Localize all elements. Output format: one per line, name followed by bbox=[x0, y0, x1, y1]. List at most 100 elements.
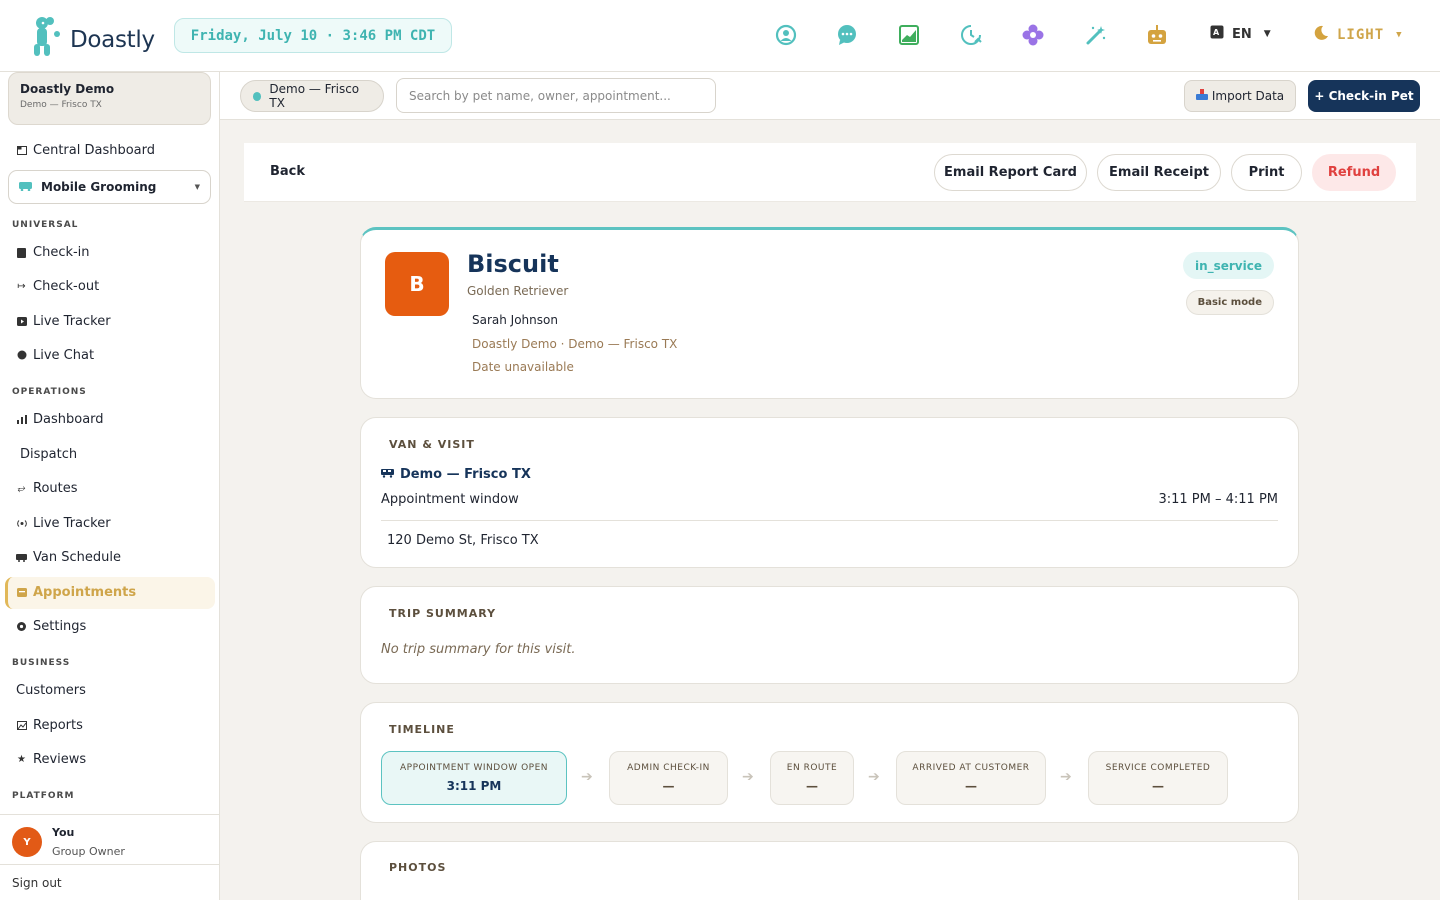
calendar-icon bbox=[16, 587, 27, 598]
sidebar-item-check-in[interactable]: Check-in bbox=[16, 242, 90, 262]
section-title-timeline: TIMELINE bbox=[389, 723, 455, 736]
date-time-display: Friday, July 10 · 3:46 PM CDT bbox=[174, 18, 452, 53]
mode-badge: Basic mode bbox=[1185, 290, 1274, 315]
chevron-down-icon: ▼ bbox=[194, 183, 200, 191]
van-name: Demo — Frisco TX bbox=[381, 467, 531, 482]
sidebar-item-live-tracker[interactable]: Live Tracker bbox=[16, 311, 111, 331]
trip-summary-empty: No trip summary for this visit. bbox=[381, 642, 576, 657]
timeline-step-window-open: APPOINTMENT WINDOW OPEN 3:11 PM bbox=[381, 751, 567, 805]
section-label-platform: PLATFORM bbox=[12, 791, 75, 801]
arrow-right-icon: ➔ bbox=[742, 769, 754, 785]
arrow-right-icon: ➔ bbox=[1060, 769, 1072, 785]
sidebar-item-reports[interactable]: Reports bbox=[16, 715, 83, 735]
language-label: EN bbox=[1232, 26, 1252, 42]
avatar: Y bbox=[12, 827, 42, 857]
sidebar-item-dispatch[interactable]: Dispatch bbox=[20, 444, 77, 464]
divider bbox=[381, 520, 1278, 521]
pet-avatar: B bbox=[385, 252, 449, 316]
status-badge: in_service bbox=[1182, 252, 1274, 279]
route-icon: ⥂ bbox=[17, 482, 26, 494]
check-in-pet-button[interactable]: + Check-in Pet bbox=[1308, 80, 1420, 112]
gear-icon bbox=[16, 621, 27, 632]
sidebar: Doastly Demo Demo — Frisco TX Central Da… bbox=[0, 72, 220, 900]
org-switcher[interactable]: Doastly Demo Demo — Frisco TX bbox=[8, 72, 211, 125]
timeline-step-service-completed: SERVICE COMPLETED — bbox=[1088, 751, 1228, 805]
chat-icon[interactable] bbox=[834, 22, 860, 48]
sidebar-item-central-dashboard[interactable]: Central Dashboard bbox=[16, 140, 155, 160]
import-data-button[interactable]: Import Data bbox=[1184, 80, 1296, 112]
status-dot bbox=[253, 91, 262, 101]
user-profile[interactable]: Y You Group Owner bbox=[0, 814, 219, 865]
section-label-operations: OPERATIONS bbox=[12, 387, 87, 397]
context-bar: Demo — Frisco TX Import Data + Check-in … bbox=[220, 72, 1440, 120]
location-selector[interactable]: Demo — Frisco TX bbox=[240, 80, 384, 112]
refund-button[interactable]: Refund bbox=[1312, 154, 1396, 191]
translate-icon: A bbox=[1210, 25, 1224, 43]
section-title-van-visit: VAN & VISIT bbox=[389, 438, 475, 451]
org-name: Doastly Demo bbox=[20, 82, 115, 96]
section-title-trip-summary: TRIP SUMMARY bbox=[389, 607, 497, 620]
sidebar-item-appointments[interactable]: Appointments bbox=[16, 582, 136, 602]
photos-card: PHOTOS bbox=[360, 841, 1299, 900]
sidebar-item-customers[interactable]: Customers bbox=[16, 680, 86, 700]
broadcast-icon bbox=[16, 518, 27, 529]
import-icon bbox=[1195, 89, 1208, 103]
video-icon bbox=[16, 316, 27, 327]
dashboard-icon bbox=[16, 145, 27, 156]
top-bar: Doastly Friday, July 10 · 3:46 PM CDT A … bbox=[0, 0, 1440, 72]
van-icon bbox=[19, 180, 33, 194]
timeline-card: TIMELINE APPOINTMENT WINDOW OPEN 3:11 PM… bbox=[360, 702, 1299, 823]
pet-name: Biscuit bbox=[467, 250, 559, 278]
sidebar-item-van-schedule[interactable]: Van Schedule bbox=[16, 547, 121, 567]
sidebar-item-routes[interactable]: ⥂ Routes bbox=[16, 478, 78, 498]
appointment-date: Date unavailable bbox=[472, 360, 574, 374]
theme-toggle[interactable]: LIGHT ▼ bbox=[1313, 25, 1403, 45]
sidebar-item-settings[interactable]: Settings bbox=[16, 616, 86, 636]
account-icon[interactable] bbox=[773, 22, 799, 48]
appointment-window-label: Appointment window bbox=[381, 492, 519, 507]
section-label-universal: UNIVERSAL bbox=[12, 220, 79, 230]
arrow-right-icon: ➔ bbox=[868, 769, 880, 785]
clock-icon[interactable] bbox=[958, 22, 984, 48]
search-input[interactable] bbox=[396, 78, 716, 113]
logo[interactable]: Doastly bbox=[30, 14, 155, 58]
sidebar-item-live-chat[interactable]: Live Chat bbox=[16, 345, 94, 365]
trip-summary-card: TRIP SUMMARY No trip summary for this vi… bbox=[360, 586, 1299, 684]
clipboard-icon bbox=[16, 247, 27, 258]
magic-wand-icon[interactable] bbox=[1083, 22, 1109, 48]
org-location-line: Doastly Demo · Demo — Frisco TX bbox=[472, 337, 678, 351]
exit-icon: ↦ bbox=[17, 280, 26, 292]
email-report-card-button[interactable]: Email Report Card bbox=[934, 154, 1087, 191]
flower-icon[interactable] bbox=[1020, 22, 1046, 48]
sidebar-item-live-tracker-ops[interactable]: Live Tracker bbox=[16, 513, 111, 533]
van-icon bbox=[381, 467, 394, 482]
timeline-step-en-route: EN ROUTE — bbox=[770, 751, 854, 805]
sign-out-link[interactable]: Sign out bbox=[12, 876, 62, 890]
sidebar-item-dashboard[interactable]: Dashboard bbox=[16, 409, 104, 429]
chart-icon[interactable] bbox=[896, 22, 922, 48]
timeline-step-admin-check-in: ADMIN CHECK-IN — bbox=[609, 751, 728, 805]
back-button[interactable]: Back bbox=[270, 164, 305, 179]
pet-breed: Golden Retriever bbox=[467, 284, 569, 298]
language-selector[interactable]: A EN ▼ bbox=[1210, 25, 1271, 43]
van-icon bbox=[16, 552, 27, 563]
robot-icon[interactable] bbox=[1144, 22, 1170, 48]
section-title-photos: PHOTOS bbox=[389, 861, 447, 874]
pet-summary-card: B Biscuit Golden Retriever Sarah Johnson… bbox=[360, 227, 1299, 399]
sidebar-item-reviews[interactable]: ★ Reviews bbox=[16, 749, 86, 769]
owner-name[interactable]: Sarah Johnson bbox=[472, 313, 558, 327]
arrow-right-icon: ➔ bbox=[581, 769, 593, 785]
timeline-step-arrived: ARRIVED AT CUSTOMER — bbox=[896, 751, 1046, 805]
svg-text:A: A bbox=[1213, 28, 1220, 37]
print-button[interactable]: Print bbox=[1231, 154, 1302, 191]
image-report-icon bbox=[16, 720, 27, 731]
appointment-window-value: 3:11 PM – 4:11 PM bbox=[1158, 492, 1278, 507]
email-receipt-button[interactable]: Email Receipt bbox=[1097, 154, 1221, 191]
sidebar-item-check-out[interactable]: ↦ Check-out bbox=[16, 276, 99, 296]
logo-text: Doastly bbox=[70, 27, 155, 53]
bar-chart-icon bbox=[16, 414, 27, 425]
chevron-down-icon: ▼ bbox=[1396, 30, 1403, 40]
user-name: You bbox=[52, 826, 75, 839]
user-role: Group Owner bbox=[52, 845, 125, 858]
service-mode-select[interactable]: Mobile Grooming ▼ bbox=[8, 170, 211, 204]
